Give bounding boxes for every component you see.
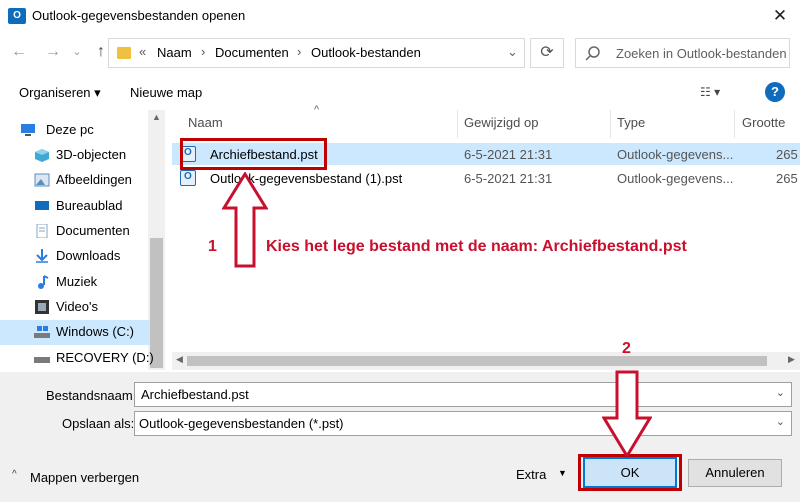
sidebar-item-label: Bureaublad — [56, 198, 123, 213]
recent-locations-chevron-down-icon[interactable]: ⌄ — [66, 41, 88, 63]
filetype-value: Outlook-gegevensbestanden (*.pst) — [139, 416, 344, 431]
cube-icon — [34, 148, 50, 162]
breadcrumb-naam[interactable]: Naam — [157, 45, 192, 60]
filetype-label: Opslaan als: — [62, 416, 135, 431]
sidebar-item-downloads[interactable]: Downloads — [0, 244, 150, 269]
sidebar-item-bureaublad[interactable]: Bureaublad — [0, 194, 150, 219]
sidebar-item-label: Afbeeldingen — [56, 172, 132, 187]
column-divider[interactable] — [734, 110, 735, 138]
document-icon — [34, 223, 50, 239]
organise-button[interactable]: Organiseren ▾ — [19, 85, 101, 101]
drive-icon — [34, 325, 50, 339]
chevron-down-icon[interactable]: ⌄ — [776, 386, 785, 399]
search-input[interactable]: Zoeken in Outlook-bestanden — [575, 38, 790, 68]
breadcrumb-overflow-icon[interactable]: « — [139, 44, 146, 59]
down-arrow-icon — [602, 370, 652, 458]
filename-value: Archiefbestand.pst — [141, 387, 249, 402]
file-modified: 6-5-2021 21:31 — [464, 171, 553, 186]
step-2-number: 2 — [622, 340, 631, 357]
column-divider[interactable] — [610, 110, 611, 138]
sidebar-item-label: Muziek — [56, 274, 98, 289]
column-header-name[interactable]: Naam — [188, 115, 223, 130]
filetype-select[interactable]: Outlook-gegevensbestanden (*.pst) ⌄ — [134, 411, 792, 436]
sidebar-item-label: Video's — [56, 299, 98, 314]
cancel-button[interactable]: Annuleren — [688, 459, 782, 487]
sidebar-item-label: RECOVERY (D:) — [56, 350, 154, 365]
close-button[interactable]: ✕ — [762, 2, 798, 30]
breadcrumb-documenten[interactable]: Documenten — [215, 45, 289, 60]
computer-icon — [20, 123, 36, 137]
image-icon — [34, 173, 50, 187]
address-bar[interactable]: « Naam › Documenten › Outlook-bestanden … — [108, 38, 525, 68]
filename-field[interactable]: Archiefbestand.pst ⌄ — [134, 382, 792, 407]
highlight-box-ok — [578, 454, 682, 491]
file-size: 265 — [776, 171, 798, 186]
sidebar-item-label: Windows (C:) — [56, 324, 135, 339]
folder-icon — [117, 47, 131, 59]
sidebar-item-label: Downloads — [56, 248, 121, 263]
download-icon — [34, 249, 50, 263]
drive-icon — [34, 351, 50, 365]
chevron-down-icon[interactable]: ⌄ — [776, 415, 785, 428]
new-folder-button[interactable]: Nieuwe map — [130, 85, 202, 100]
sidebar-item-3d-objecten[interactable]: 3D-objecten — [0, 143, 150, 168]
scroll-up-icon[interactable]: ▲ — [152, 112, 161, 122]
sidebar-item-afbeeldingen[interactable]: Afbeeldingen — [0, 168, 150, 193]
collapse-icon[interactable]: ^ — [12, 469, 17, 480]
sidebar-item-recovery-d[interactable]: RECOVERY (D:) — [0, 346, 154, 371]
column-header-modified[interactable]: Gewijzigd op — [464, 115, 538, 130]
help-icon[interactable]: ? — [765, 82, 785, 102]
search-icon — [585, 46, 600, 61]
sidebar-item-label: Documenten — [56, 223, 130, 238]
step-1-instruction: Kies het lege bestand met de naam: Archi… — [266, 238, 687, 255]
filename-label: Bestandsnaam: — [46, 388, 137, 403]
extra-dropdown-icon[interactable]: ▼ — [558, 468, 567, 478]
hide-folders-button[interactable]: Mappen verbergen — [30, 470, 139, 485]
horizontal-scrollbar-thumb[interactable] — [187, 356, 767, 366]
file-size: 265 — [776, 147, 798, 162]
extra-button[interactable]: Extra — [516, 467, 546, 482]
file-type: Outlook-gegevens... — [617, 147, 734, 162]
file-type: Outlook-gegevens... — [617, 171, 734, 186]
refresh-button[interactable]: ⟳ — [530, 38, 564, 68]
outlook-app-icon: O — [8, 8, 26, 24]
search-placeholder: Zoeken in Outlook-bestanden — [616, 46, 787, 61]
column-header-size[interactable]: Grootte — [742, 115, 785, 130]
sort-ascending-icon: ^ — [314, 104, 320, 116]
command-bar: Organiseren ▾ Nieuwe map ☷ ▾ ? — [0, 78, 800, 108]
highlight-box-file — [180, 138, 327, 170]
window-title: Outlook-gegevensbestanden openen — [32, 8, 246, 23]
sidebar-item-label: Deze pc — [46, 122, 94, 137]
music-icon — [34, 275, 50, 289]
sidebar-item-documenten[interactable]: Documenten — [0, 219, 150, 244]
column-header-type[interactable]: Type — [617, 115, 645, 130]
view-options-button[interactable]: ☷ ▾ — [700, 85, 720, 99]
forward-button[interactable]: → — [42, 41, 64, 63]
breadcrumb-outlook-bestanden[interactable]: Outlook-bestanden — [311, 45, 421, 60]
title-bar: O Outlook-gegevensbestanden openen ✕ — [0, 0, 800, 32]
file-modified: 6-5-2021 21:31 — [464, 147, 553, 162]
breadcrumb-separator-icon: › — [201, 44, 206, 59]
scroll-right-icon[interactable]: ▶ — [788, 354, 795, 365]
breadcrumb-separator-icon: › — [297, 44, 302, 59]
up-arrow-icon — [222, 172, 268, 268]
desktop-icon — [34, 199, 50, 213]
sidebar-item-label: 3D-objecten — [56, 147, 127, 162]
sidebar-item-muziek[interactable]: Muziek — [0, 270, 150, 295]
column-header-row: ^ Naam Gewijzigd op Type Grootte — [172, 104, 800, 138]
sidebar-item-windows-c[interactable]: Windows (C:) — [0, 320, 150, 345]
navigation-scrollbar-thumb[interactable] — [150, 238, 163, 368]
back-button[interactable]: ← — [8, 41, 30, 63]
step-1-number: 1 — [208, 238, 217, 255]
sidebar-item-deze-pc[interactable]: Deze pc — [0, 118, 150, 143]
sidebar-item-videos[interactable]: Video's — [0, 295, 150, 320]
scroll-left-icon[interactable]: ◀ — [176, 354, 183, 365]
pst-file-icon — [180, 170, 196, 186]
film-icon — [34, 300, 50, 314]
address-chevron-down-icon[interactable]: ⌄ — [507, 44, 518, 60]
column-divider[interactable] — [457, 110, 458, 138]
